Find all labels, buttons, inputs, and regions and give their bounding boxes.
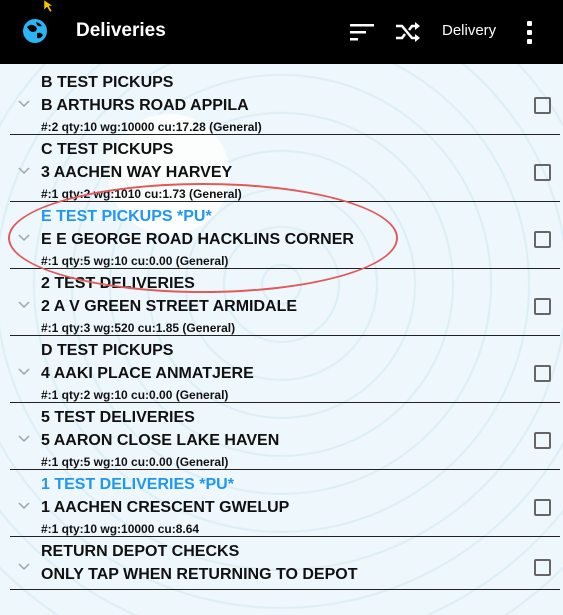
item-group-title: C TEST PICKUPS [41,141,174,158]
chevron-down-icon[interactable] [18,563,30,571]
list-item[interactable]: C TEST PICKUPS 3 AACHEN WAY HARVEY #:1 q… [0,131,563,202]
item-address: 2 A V GREEN STREET ARMIDALE [41,298,298,315]
list-item[interactable]: E TEST PICKUPS *PU* E E GEORGE ROAD HACK… [0,198,563,269]
list-item[interactable]: D TEST PICKUPS 4 AAKI PLACE ANMATJERE #:… [0,332,563,403]
list-item[interactable]: RETURN DEPOT CHECKS ONLY TAP WHEN RETURN… [0,533,563,590]
item-checkbox[interactable] [534,298,551,315]
list-item[interactable]: 2 TEST DELIVERIES 2 A V GREEN STREET ARM… [0,265,563,336]
app-bar: Deliveries Delivery [0,0,563,64]
item-checkbox[interactable] [534,231,551,248]
chevron-down-icon[interactable] [18,234,30,242]
chevron-down-icon[interactable] [18,100,30,108]
item-group-title: 5 TEST DELIVERIES [41,409,195,426]
item-group-title: E TEST PICKUPS *PU* [41,208,212,225]
item-checkbox[interactable] [534,499,551,516]
chevron-down-icon[interactable] [18,301,30,309]
item-address: B ARTHURS ROAD APPILA [41,97,249,114]
item-checkbox[interactable] [534,164,551,181]
list-item[interactable]: 5 TEST DELIVERIES 5 AARON CLOSE LAKE HAV… [0,399,563,470]
list-item[interactable]: B TEST PICKUPS B ARTHURS ROAD APPILA #:2… [0,64,563,135]
globe-logo-icon[interactable] [22,18,48,44]
item-checkbox[interactable] [534,559,551,576]
delivery-list: B TEST PICKUPS B ARTHURS ROAD APPILA #:2… [0,64,563,590]
item-checkbox[interactable] [534,365,551,382]
item-group-title: B TEST PICKUPS [41,74,174,91]
item-group-title: D TEST PICKUPS [41,342,174,359]
mouse-cursor-icon [44,0,54,12]
item-address: E E GEORGE ROAD HACKLINS CORNER [41,231,354,248]
page-title: Deliveries [76,20,166,41]
item-address: 5 AARON CLOSE LAKE HAVEN [41,432,280,449]
item-address: ONLY TAP WHEN RETURNING TO DEPOT [41,566,358,583]
delivery-mode-button[interactable]: Delivery [442,22,496,39]
divider [10,589,560,590]
chevron-down-icon[interactable] [18,368,30,376]
item-address: 4 AAKI PLACE ANMATJERE [41,365,254,382]
item-address: 1 AACHEN CRESCENT GWELUP [41,499,290,516]
item-group-title: 1 TEST DELIVERIES *PU* [41,476,234,493]
chevron-down-icon[interactable] [18,167,30,175]
sort-icon[interactable] [350,22,374,42]
item-checkbox[interactable] [534,432,551,449]
item-group-title: 2 TEST DELIVERIES [41,275,195,292]
list-item[interactable]: 1 TEST DELIVERIES *PU* 1 AACHEN CRESCENT… [0,466,563,537]
shuffle-icon[interactable] [394,20,422,44]
item-group-title: RETURN DEPOT CHECKS [41,543,240,560]
item-address: 3 AACHEN WAY HARVEY [41,164,233,181]
more-vert-icon[interactable] [526,21,534,45]
chevron-down-icon[interactable] [18,435,30,443]
chevron-down-icon[interactable] [18,502,30,510]
item-checkbox[interactable] [534,97,551,114]
